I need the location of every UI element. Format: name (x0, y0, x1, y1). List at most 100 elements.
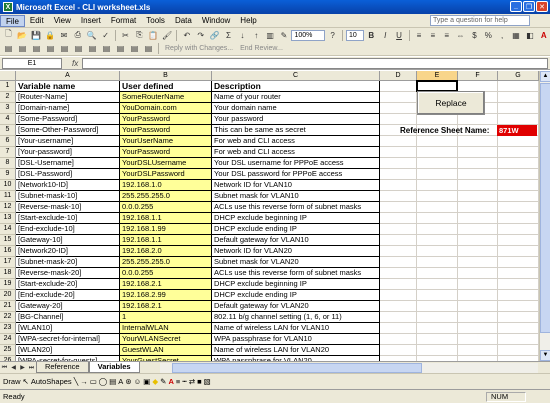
shadow-icon[interactable]: ■ (197, 377, 202, 386)
italic-icon[interactable]: I (379, 29, 392, 41)
clipart-icon[interactable]: ☺ (134, 377, 142, 386)
grid-cell[interactable]: [DSL-Password] (16, 169, 120, 180)
review-icon-10[interactable]: ▤ (128, 43, 141, 55)
vertical-scrollbar[interactable]: ▲ ▼ (539, 71, 550, 361)
review-icon-2[interactable]: ▤ (16, 43, 29, 55)
grid-cell[interactable] (458, 279, 498, 290)
grid-cell[interactable]: [Start-exclude-10] (16, 213, 120, 224)
grid-cell[interactable]: [Gateway-20] (16, 301, 120, 312)
grid-cell[interactable]: DHCP exclude ending IP (212, 224, 380, 235)
row-header[interactable]: 23 (0, 323, 16, 334)
scroll-down-icon[interactable]: ▼ (540, 350, 550, 361)
grid-cell[interactable] (380, 81, 417, 92)
oval-icon[interactable]: ◯ (99, 377, 107, 386)
comma-icon[interactable]: , (496, 29, 509, 41)
grid-cell[interactable]: 192.168.2.99 (120, 290, 212, 301)
grid-cell[interactable]: Name of wireless LAN for VLAN10 (212, 323, 380, 334)
grid-cell[interactable]: GuestWLAN (120, 345, 212, 356)
textbox-icon[interactable]: ▤ (109, 377, 116, 386)
grid-cell[interactable]: This can be same as secret (212, 125, 380, 136)
grid-cell[interactable] (498, 191, 539, 202)
vertical-scroll-thumb[interactable] (540, 83, 550, 333)
autosum-icon[interactable]: Σ (222, 29, 235, 41)
grid-cell[interactable] (380, 92, 417, 103)
column-header-a[interactable]: A (16, 71, 120, 81)
prev-sheet-icon[interactable]: ◀ (9, 363, 18, 373)
grid-cell[interactable] (458, 191, 498, 202)
grid-cell[interactable] (458, 312, 498, 323)
row-header[interactable]: 16 (0, 246, 16, 257)
grid-cell[interactable] (498, 312, 539, 323)
grid-cell[interactable] (498, 92, 539, 103)
column-header-c[interactable]: C (212, 71, 380, 81)
grid-cell[interactable]: YourWLANSecret (120, 334, 212, 345)
replace-button[interactable]: Replace (417, 91, 485, 115)
grid-cell[interactable] (458, 169, 498, 180)
grid-cell[interactable]: YourPassword (120, 147, 212, 158)
grid-cell[interactable] (458, 246, 498, 257)
grid-cell[interactable] (417, 246, 458, 257)
permission-icon[interactable]: 🔒 (44, 29, 57, 41)
column-header-d[interactable]: D (380, 71, 417, 81)
grid-cell[interactable] (498, 257, 539, 268)
menu-format[interactable]: Format (106, 15, 141, 27)
grid-cell[interactable]: [DSL-Username] (16, 158, 120, 169)
grid-cell[interactable]: SomeRouterName (120, 92, 212, 103)
spelling-icon[interactable]: ✓ (99, 29, 112, 41)
grid-cell[interactable] (380, 268, 417, 279)
grid-cell[interactable] (417, 345, 458, 356)
grid-cell[interactable]: 255.255.255.0 (120, 191, 212, 202)
print-icon[interactable]: ⎙ (71, 29, 84, 41)
grid-cell[interactable]: [BG-Channel] (16, 312, 120, 323)
grid-cell[interactable]: DHCP exclude ending IP (212, 290, 380, 301)
row-header[interactable]: 4 (0, 114, 16, 125)
review-icon-5[interactable]: ▤ (58, 43, 71, 55)
font-color-icon[interactable]: A (168, 377, 173, 386)
currency-icon[interactable]: $ (468, 29, 481, 41)
chart-wizard-icon[interactable]: ▥ (264, 29, 277, 41)
grid-cell[interactable] (417, 136, 458, 147)
grid-cell[interactable] (498, 235, 539, 246)
menu-tools[interactable]: Tools (141, 15, 170, 27)
grid-cell[interactable] (380, 334, 417, 345)
grid-cell[interactable] (380, 213, 417, 224)
drawing-icon[interactable]: ✎ (278, 29, 291, 41)
grid-cell[interactable] (380, 158, 417, 169)
grid-cell[interactable]: Variable name (16, 81, 120, 92)
grid-cell[interactable] (498, 279, 539, 290)
grid-cell[interactable]: [Some-Other-Password] (16, 125, 120, 136)
grid-cell[interactable] (417, 202, 458, 213)
grid-cell[interactable] (417, 169, 458, 180)
email-icon[interactable]: ✉ (58, 29, 71, 41)
grid-cell[interactable] (458, 213, 498, 224)
grid-cell[interactable]: 192.168.1.99 (120, 224, 212, 235)
grid-cell[interactable]: 255.255.255.0 (120, 257, 212, 268)
grid-cell[interactable] (458, 114, 498, 125)
restore-button[interactable]: ❐ (523, 1, 535, 12)
redo-icon[interactable]: ↷ (194, 29, 207, 41)
fx-icon[interactable]: fx (72, 59, 78, 68)
grid-cell[interactable] (458, 290, 498, 301)
save-icon[interactable]: 💾 (30, 29, 43, 41)
row-header[interactable]: 19 (0, 279, 16, 290)
grid-cell[interactable]: DHCP exclude beginning IP (212, 279, 380, 290)
grid-cell[interactable]: YourDSLPassword (120, 169, 212, 180)
grid-cell[interactable]: Network ID for VLAN10 (212, 180, 380, 191)
grid-cell[interactable] (380, 202, 417, 213)
grid-cell[interactable] (458, 268, 498, 279)
row-header[interactable]: 25 (0, 345, 16, 356)
grid-cell[interactable] (417, 180, 458, 191)
grid-cell[interactable]: YourDSLUsername (120, 158, 212, 169)
grid-cell[interactable] (498, 301, 539, 312)
grid-cell[interactable]: WPA passphrase for VLAN10 (212, 334, 380, 345)
grid-cell[interactable]: Subnet mask for VLAN20 (212, 257, 380, 268)
grid-cell[interactable]: [Reverse-mask-20] (16, 268, 120, 279)
row-header[interactable]: 21 (0, 301, 16, 312)
column-header-f[interactable]: F (458, 71, 498, 81)
grid-cell[interactable] (380, 147, 417, 158)
grid-cell[interactable] (458, 334, 498, 345)
row-header[interactable]: 2 (0, 92, 16, 103)
grid-cell[interactable] (417, 147, 458, 158)
row-header[interactable]: 17 (0, 257, 16, 268)
grid-cell[interactable] (498, 136, 539, 147)
